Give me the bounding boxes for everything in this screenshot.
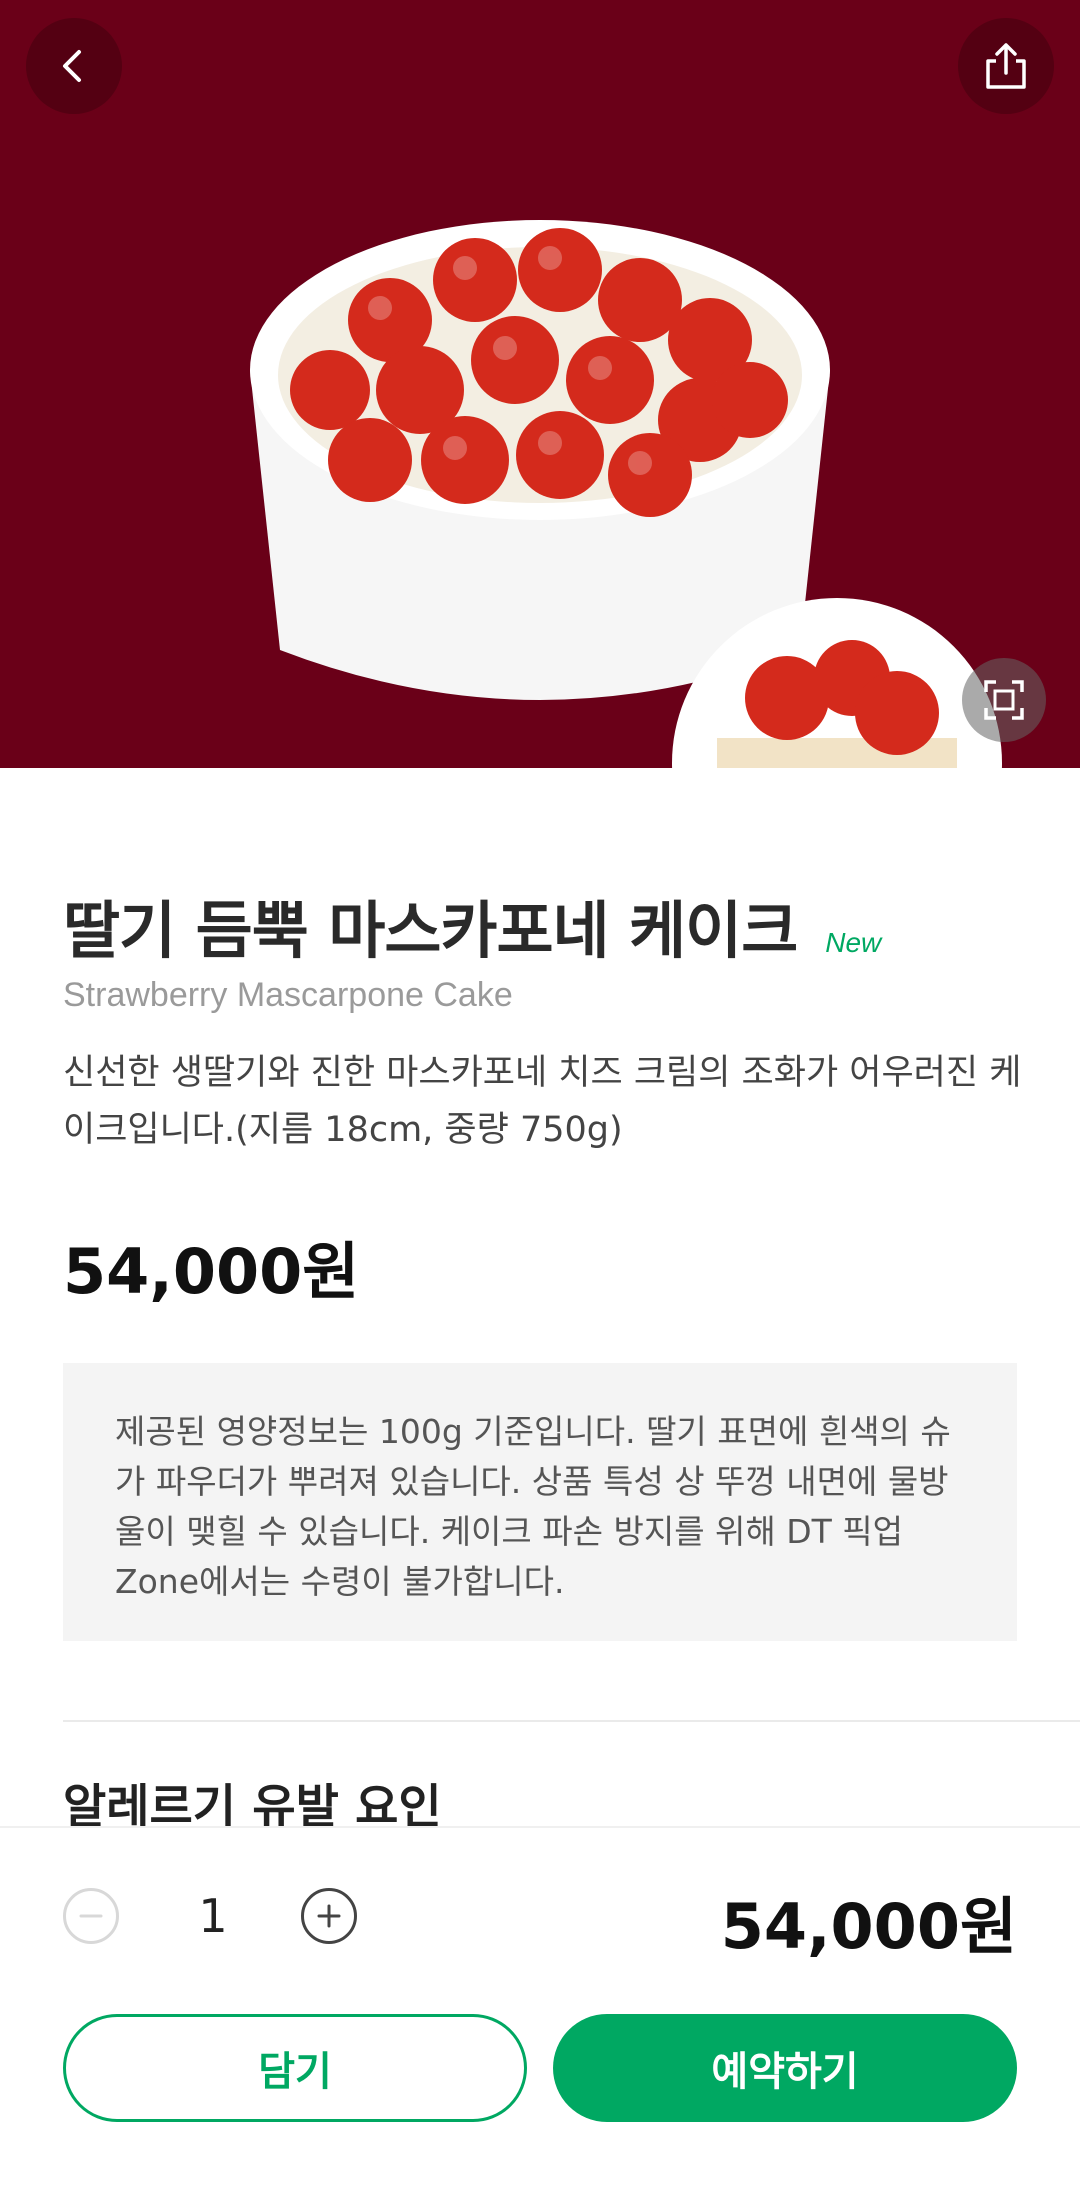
share-icon [986, 43, 1026, 89]
product-hero-image [0, 0, 1080, 768]
minus-icon [79, 1914, 103, 1918]
quantity-stepper: 1 [63, 1888, 363, 1948]
decrease-quantity-button[interactable] [63, 1888, 119, 1944]
section-divider [63, 1720, 1080, 1722]
chevron-left-icon [63, 50, 81, 82]
product-description: 신선한 생딸기와 진한 마스카포네 치즈 크림의 조화가 어우러진 케이크입니다… [63, 1053, 1022, 1150]
new-badge: New [825, 927, 882, 958]
product-title: 딸기 듬뿍 마스카포네 케이크 [63, 894, 798, 967]
reserve-button[interactable]: 예약하기 [553, 2014, 1017, 2122]
order-bar: 1 54,000원 담기 예약하기 [0, 1826, 1080, 2205]
quantity-value: 1 [198, 1889, 228, 1943]
expand-image-button[interactable] [962, 658, 1046, 742]
expand-icon [984, 680, 1024, 720]
nutrition-notice: 제공된 영양정보는 100g 기준입니다. 딸기 표면에 흰색의 슈가 파우더가… [63, 1363, 1017, 1641]
product-price: 54,000원 [63, 1235, 360, 1308]
total-price: 54,000원 [720, 1890, 1017, 1963]
plus-icon [317, 1904, 341, 1928]
share-button[interactable] [958, 18, 1054, 114]
increase-quantity-button[interactable] [301, 1888, 357, 1944]
title-row: 딸기 듬뿍 마스카포네 케이크 New [63, 880, 1017, 970]
product-info: 딸기 듬뿍 마스카포네 케이크 New Strawberry Mascarpon… [63, 880, 1021, 1311]
back-button[interactable] [26, 18, 122, 114]
product-english-name: Strawberry Mascarpone Cake [63, 976, 513, 1014]
add-to-cart-button[interactable]: 담기 [63, 2014, 527, 2122]
